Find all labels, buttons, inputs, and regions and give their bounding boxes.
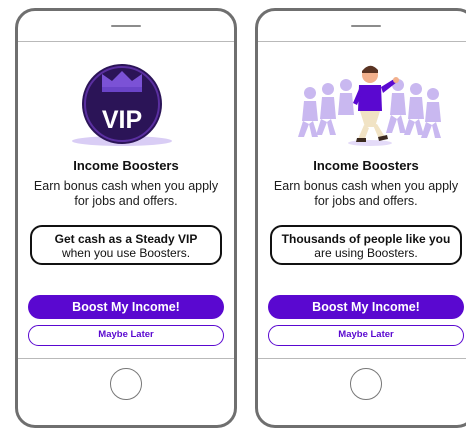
maybe-later-button[interactable]: Maybe Later [268,325,464,346]
screen-top-edge [18,41,234,42]
screen-title: Income Boosters [73,158,179,173]
benefit-callout: Thousands of people like you are using B… [270,225,462,265]
home-button[interactable] [350,368,382,400]
boost-income-button[interactable]: Boost My Income! [268,295,464,319]
phone-frame-left: VIP Income Boosters Earn bonus cash when… [15,8,237,428]
screen-top-edge [258,41,466,42]
callout-subtext: when you use Boosters. [61,246,191,260]
screen-title: Income Boosters [313,158,419,173]
screen-bottom-edge [18,358,234,359]
crowd-illustration [298,65,441,146]
maybe-later-button[interactable]: Maybe Later [28,325,224,346]
screen-description: Earn bonus cash when you apply for jobs … [33,179,219,208]
speaker-slot [111,25,141,27]
callout-subtext: are using Boosters. [314,246,418,260]
boost-income-button[interactable]: Boost My Income! [28,295,224,319]
vip-badge-illustration: VIP [72,64,172,146]
screen-bottom-edge [258,358,466,359]
callout-headline: Get cash as a Steady VIP [54,232,198,246]
home-button[interactable] [110,368,142,400]
vip-badge-text: VIP [102,106,142,134]
phone-frame-right: Income Boosters Earn bonus cash when you… [255,8,466,428]
screen-description: Earn bonus cash when you apply for jobs … [273,179,459,208]
callout-headline: Thousands of people like you [281,232,451,246]
benefit-callout: Get cash as a Steady VIP when you use Bo… [30,225,222,265]
speaker-slot [351,25,381,27]
